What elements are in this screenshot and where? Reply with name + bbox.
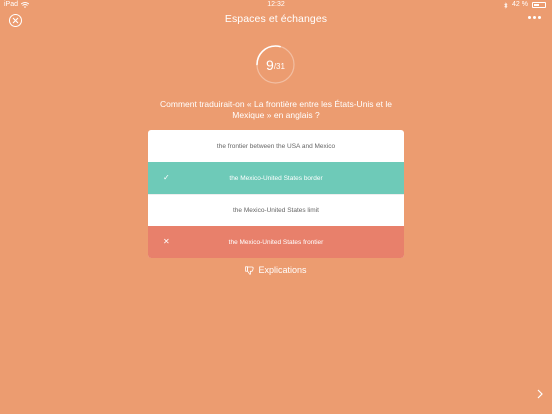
answer-label: the Mexico-United States border	[229, 174, 323, 182]
check-icon: ✓	[163, 173, 170, 182]
answer-label: the frontier between the USA and Mexico	[216, 142, 336, 150]
battery-fill	[534, 4, 540, 6]
answer-option[interactable]: the frontier between the USA and Mexico	[148, 130, 404, 162]
page-title: Espaces et échanges	[224, 13, 328, 25]
answer-option[interactable]: ✓ the Mexico-United States border	[148, 162, 404, 194]
battery-icon	[532, 2, 546, 8]
progress-ring: 9 /31	[255, 44, 296, 85]
thumbs-down-icon	[245, 265, 255, 275]
battery-percent: 42 %	[512, 1, 528, 8]
more-dots-icon	[533, 16, 536, 19]
question-text: Comment traduirait-on « La frontière ent…	[160, 99, 392, 120]
explanations-label: Explications	[258, 265, 307, 275]
progress-total: /31	[273, 61, 285, 71]
answer-option[interactable]: the Mexico-United States limit	[148, 194, 404, 226]
next-button[interactable]	[537, 389, 543, 402]
answer-option[interactable]: ✕ the Mexico-United States frontier	[148, 226, 404, 258]
bluetooth-icon	[504, 1, 508, 9]
answer-list: the frontier between the USA and Mexico …	[148, 130, 404, 258]
answer-label: the Mexico-United States frontier	[228, 238, 324, 246]
more-button[interactable]	[528, 16, 541, 19]
answer-label: the Mexico-United States limit	[233, 207, 319, 214]
explanations-button[interactable]: Explications	[0, 265, 552, 275]
status-right: 42 %	[504, 0, 546, 10]
status-time: 12:32	[267, 1, 285, 8]
cross-icon: ✕	[163, 237, 170, 246]
chevron-right-icon	[537, 389, 543, 399]
more-dots-icon	[528, 16, 531, 19]
progress-text: 9 /31	[255, 44, 296, 85]
progress-current: 9	[266, 56, 274, 73]
status-bar: iPad 12:32 42 %	[0, 0, 552, 10]
more-dots-icon	[538, 16, 541, 19]
